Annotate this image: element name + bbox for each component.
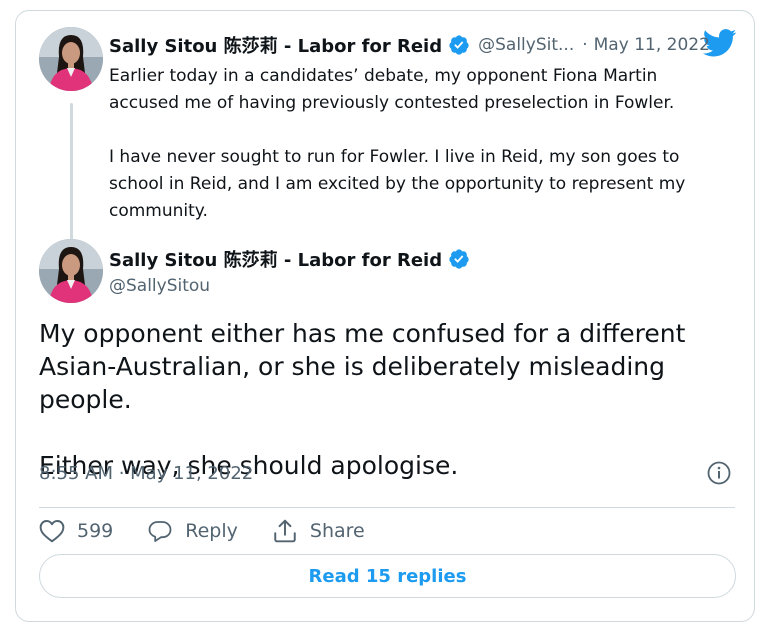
main-author-handle[interactable]: @SallySitou <box>109 276 210 296</box>
quoted-tweet-date[interactable]: May 11, 2022 <box>594 35 710 55</box>
tweet-embed-card: Sally Sitou 陈莎莉 - Labor for Reid @SallyS… <box>15 10 755 622</box>
main-tweet-paragraph: My opponent either has me confused for a… <box>39 319 686 414</box>
separator-dot: · <box>582 35 588 55</box>
quoted-tweet-header: Sally Sitou 陈莎莉 - Labor for Reid @SallyS… <box>109 32 710 58</box>
reply-button[interactable]: Reply <box>147 519 238 543</box>
thread-connector-line <box>70 103 73 241</box>
reply-label: Reply <box>185 520 238 542</box>
tweet-actions-bar: 599 Reply Share <box>39 513 399 549</box>
quoted-tweet-text: Earlier today in a candidates’ debate, m… <box>109 63 729 225</box>
share-button[interactable]: Share <box>272 518 365 544</box>
divider <box>39 507 735 508</box>
info-icon[interactable] <box>707 461 731 485</box>
verified-badge-icon <box>449 249 469 269</box>
quoted-tweet-paragraph: I have never sought to run for Fowler. I… <box>109 147 686 221</box>
main-tweet-text: My opponent either has me confused for a… <box>39 317 739 482</box>
reply-bubble-icon <box>148 521 172 542</box>
verified-badge-icon <box>449 35 469 55</box>
tweet-timestamp[interactable]: 8:55 AM · May 11, 2022 <box>39 463 253 484</box>
heart-icon <box>39 520 65 543</box>
main-author-avatar[interactable] <box>39 239 103 303</box>
read-replies-button[interactable]: Read 15 replies <box>39 554 736 598</box>
quoted-tweet-paragraph: Earlier today in a candidates’ debate, m… <box>109 66 675 113</box>
quoted-author-handle[interactable]: @SallySit... <box>478 35 574 55</box>
quoted-author-name[interactable]: Sally Sitou 陈莎莉 - Labor for Reid <box>109 32 442 58</box>
share-label: Share <box>309 520 365 542</box>
main-author-name[interactable]: Sally Sitou 陈莎莉 - Labor for Reid <box>109 246 442 272</box>
share-upload-icon <box>274 519 296 543</box>
quoted-author-avatar[interactable] <box>39 27 103 91</box>
main-tweet-handle-row: @SallySitou <box>109 274 210 298</box>
like-count: 599 <box>77 520 114 542</box>
main-tweet-author-row: Sally Sitou 陈莎莉 - Labor for Reid <box>109 246 470 272</box>
like-button[interactable]: 599 <box>39 519 113 543</box>
